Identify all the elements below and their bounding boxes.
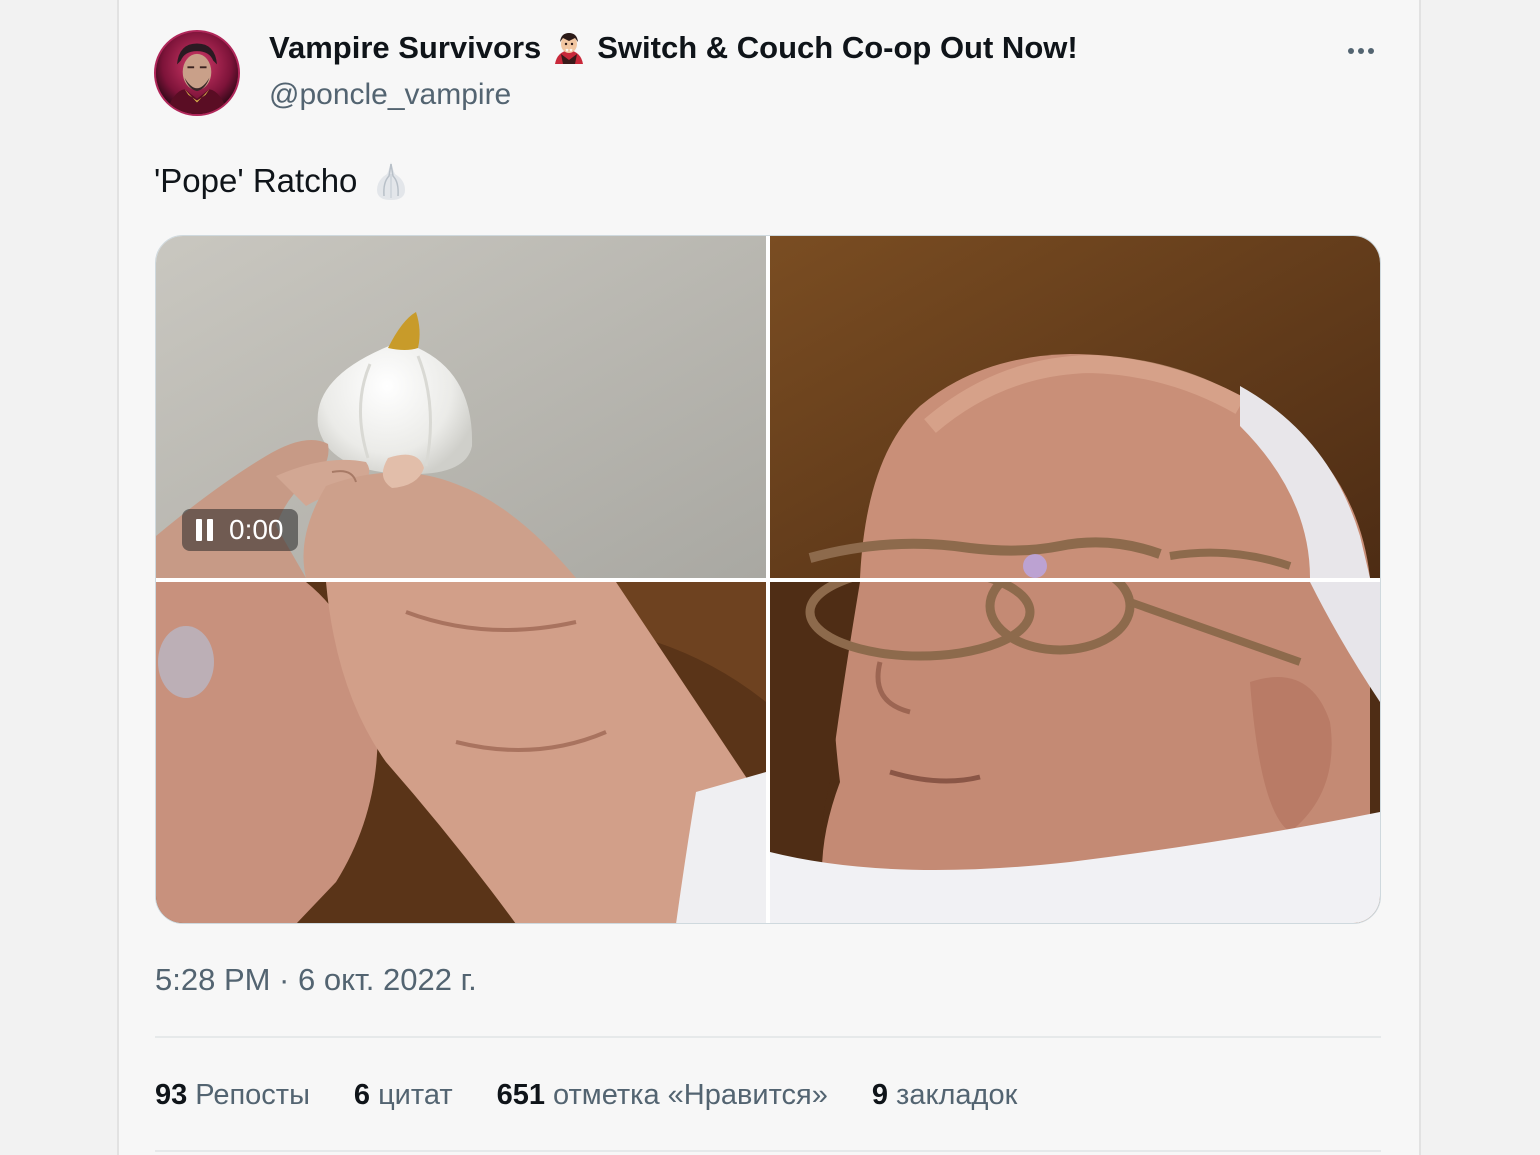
tweet-card: Vampire Survivors Switch & Couch Co-op O… <box>117 0 1421 1155</box>
vampire-emoji-icon <box>555 33 584 64</box>
more-options-button[interactable] <box>1341 36 1381 66</box>
tweet-text: 'Pope' Ratcho <box>154 160 411 202</box>
pause-icon[interactable] <box>196 519 213 541</box>
tweet-stats: 93 Репосты 6 цитат 651 отметка «Нравится» 9… <box>155 1079 1017 1112</box>
stat-count: 93 <box>155 1079 188 1111</box>
author-name-part2: Switch & Couch Co-op Out Now! <box>597 30 1078 65</box>
pope-face-photo <box>770 582 1380 923</box>
stat-label: закладок <box>896 1079 1018 1111</box>
stat-label: отметка «Нравится» <box>553 1079 828 1111</box>
tweet-text-content: 'Pope' Ratcho <box>154 162 358 199</box>
stat-count: 6 <box>353 1079 371 1111</box>
author-handle[interactable]: @poncle_vampire <box>269 78 511 112</box>
stat-label: Репосты <box>195 1079 310 1111</box>
avatar-image <box>156 32 238 114</box>
media-image-pope-top[interactable] <box>770 236 1380 578</box>
divider <box>155 1150 1381 1152</box>
tweet-timestamp[interactable]: 5:28 PM · 6 окт. 2022 г. <box>155 962 477 998</box>
pope-hands-photo <box>156 582 766 923</box>
more-dot-icon <box>1348 48 1354 54</box>
media-image-pope-hands[interactable] <box>156 582 766 923</box>
divider <box>155 1036 1381 1038</box>
more-dot-icon <box>1358 48 1364 54</box>
author-display-name[interactable]: Vampire Survivors Switch & Couch Co-op O… <box>269 30 1078 66</box>
stat-count: 9 <box>871 1079 889 1111</box>
garlic-emoji-icon <box>377 162 406 200</box>
video-time: 0:00 <box>229 514 284 545</box>
avatar[interactable] <box>154 30 240 116</box>
stat-likes[interactable]: 651 отметка «Нравится» <box>497 1079 828 1112</box>
media-video-garlic[interactable]: 0:00 <box>156 236 766 578</box>
stat-label: цитат <box>378 1079 453 1111</box>
stat-count: 651 <box>496 1079 545 1111</box>
stat-bookmarks[interactable]: 9 закладок <box>872 1079 1017 1112</box>
pope-head-photo <box>770 236 1380 578</box>
video-time-badge[interactable]: 0:00 <box>182 509 298 551</box>
stat-quotes[interactable]: 6 цитат <box>354 1079 453 1112</box>
stat-reposts[interactable]: 93 Репосты <box>155 1079 310 1112</box>
more-dot-icon <box>1368 48 1374 54</box>
media-grid: 0:00 <box>155 235 1381 924</box>
media-image-pope-face[interactable] <box>770 582 1380 923</box>
page: Vampire Survivors Switch & Couch Co-op O… <box>0 0 1540 1155</box>
author-name-part1: Vampire Survivors <box>269 30 542 65</box>
